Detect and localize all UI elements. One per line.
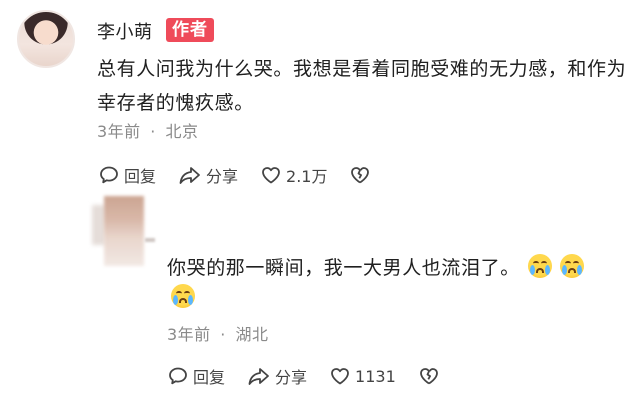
reply-time: 3年前 (167, 325, 211, 344)
share-arrow-icon (179, 167, 200, 184)
like-count: 2.1万 (286, 167, 328, 186)
heart-icon (262, 167, 280, 184)
reply-dislike-button[interactable] (418, 365, 444, 387)
reply-avatar[interactable] (104, 196, 144, 266)
comment-time: 3年前 (97, 122, 141, 141)
broken-heart-icon (419, 368, 438, 385)
crying-face-icon (171, 284, 195, 308)
reply-text-content: 你哭的那一瞬间，我一大男人也流泪了。 (167, 257, 520, 279)
meta-separator: · (150, 122, 156, 141)
reply-label: 回复 (124, 167, 157, 186)
reply-meta: 3年前 · 湖北 (167, 321, 268, 345)
reply-location: 湖北 (235, 325, 269, 344)
reply-actions: 回复 分享 1131 (167, 364, 466, 388)
comment-bubble-icon (169, 367, 187, 385)
like-count: 1131 (355, 366, 396, 386)
comment-actions: 回复 分享 2.1万 (98, 163, 397, 187)
reply-button[interactable]: 回复 (98, 163, 156, 187)
reply-name-blur (145, 238, 155, 242)
author-name[interactable]: 李小萌 (97, 18, 153, 44)
comment-text: 总有人问我为什么哭。我想是看着同胞受难的无力感，和作为幸存者的愧疚感。 (97, 58, 627, 114)
crying-face-icon (559, 254, 584, 278)
comment-meta: 3年前 · 北京 (97, 118, 198, 142)
crying-face-icon (527, 254, 552, 278)
comment-bubble-icon (100, 166, 118, 184)
share-label: 分享 (206, 167, 239, 186)
reply-reply-button[interactable]: 回复 (167, 364, 225, 388)
reply-text: 你哭的那一瞬间，我一大男人也流泪了。 (167, 253, 627, 313)
share-label: 分享 (275, 368, 308, 387)
reply-label: 回复 (193, 368, 226, 387)
broken-heart-icon (351, 167, 370, 184)
author-badge: 作者 (166, 18, 214, 42)
author-avatar[interactable] (17, 10, 75, 68)
comment-location: 北京 (165, 122, 199, 141)
heart-icon (331, 368, 349, 385)
meta-separator: · (220, 325, 226, 344)
share-arrow-icon (248, 368, 269, 385)
dislike-button[interactable] (349, 164, 375, 186)
reply-share-button[interactable]: 分享 (247, 364, 307, 388)
reply-like-button[interactable]: 1131 (329, 365, 396, 387)
like-button[interactable]: 2.1万 (260, 163, 327, 187)
share-button[interactable]: 分享 (178, 163, 238, 187)
